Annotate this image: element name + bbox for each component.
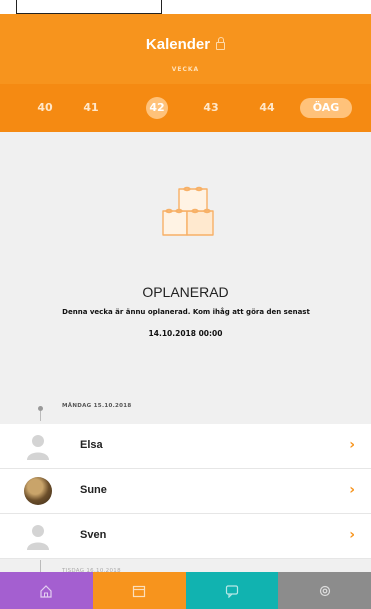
- top-strip: [0, 0, 371, 14]
- lock-icon: [216, 37, 226, 50]
- chevron-right-icon: ›: [349, 527, 355, 543]
- list-item[interactable]: Elsa ›: [0, 424, 371, 469]
- home-icon: [40, 584, 52, 598]
- chat-icon: [225, 584, 238, 598]
- week-content: OPLANERAD Denna vecka är ännu oplanerad.…: [0, 132, 371, 574]
- week-40[interactable]: 40: [32, 98, 58, 118]
- default-avatar-icon: [27, 525, 49, 550]
- photo-avatar: [24, 477, 52, 505]
- nav-home[interactable]: [0, 572, 93, 609]
- bottom-nav: [0, 572, 371, 609]
- default-avatar-icon: [27, 435, 49, 460]
- status-description: Denna vecka är ännu oplanerad. Kom ihåg …: [62, 308, 310, 316]
- week-more-pill[interactable]: ÖAG: [300, 98, 352, 118]
- top-tab-frame: [16, 0, 162, 14]
- week-44[interactable]: 44: [254, 98, 280, 118]
- header: Kalender VECKA 40 41 42 43 44 ÖAG: [0, 14, 371, 132]
- person-name: Elsa: [80, 439, 103, 451]
- status-label: OPLANERAD: [142, 284, 229, 300]
- nav-settings[interactable]: [278, 572, 371, 609]
- week-42-selected[interactable]: 42: [146, 97, 168, 119]
- person-name: Sven: [80, 529, 107, 541]
- app-screen: Kalender VECKA 40 41 42 43 44 ÖAG OPLANE…: [0, 0, 371, 609]
- week-41[interactable]: 41: [78, 98, 104, 118]
- week-selector: 40 41 42 43 44 ÖAG: [0, 84, 371, 132]
- people-list: Elsa › Sune › Sven ›: [0, 424, 371, 559]
- week-43[interactable]: 43: [198, 98, 224, 118]
- chevron-right-icon: ›: [349, 482, 355, 498]
- list-item[interactable]: Sven ›: [0, 514, 371, 559]
- deadline-text: 14.10.2018 00:00: [148, 329, 223, 338]
- list-item[interactable]: Sune ›: [0, 469, 371, 514]
- unplanned-blocks-icon: [162, 186, 214, 236]
- settings-icon: [319, 585, 330, 596]
- timeline-line: [40, 560, 41, 572]
- nav-calendar[interactable]: [92, 572, 186, 609]
- week-caption: VECKA: [171, 66, 200, 73]
- day-header: MÅNDAG 15.10.2018: [62, 403, 132, 409]
- person-name: Sune: [80, 484, 107, 496]
- title-text: Kalender: [145, 36, 211, 53]
- timeline-line: [40, 411, 41, 421]
- calendar-icon: [133, 585, 146, 597]
- nav-chat[interactable]: [185, 572, 279, 609]
- page-title: Kalender: [0, 36, 371, 53]
- chevron-right-icon: ›: [349, 437, 355, 453]
